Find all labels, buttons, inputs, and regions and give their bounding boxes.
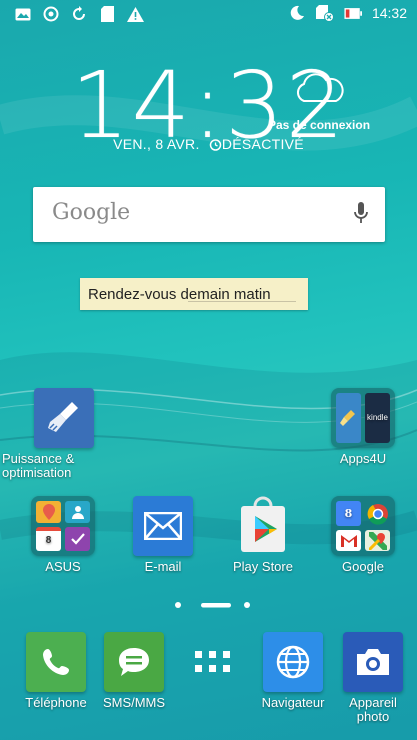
contacts-mini-icon <box>65 501 90 523</box>
app-label: Google <box>342 559 384 574</box>
dock-browser[interactable]: Navigateur <box>252 632 334 710</box>
weather-mini-icon <box>36 501 61 523</box>
status-left-icons <box>14 6 144 22</box>
apps4u-folder-icon: kindle <box>331 388 395 448</box>
page-dot-current <box>201 603 231 608</box>
cloud-icon[interactable] <box>292 72 346 104</box>
app-label: E-mail <box>144 559 182 574</box>
dock-app-drawer[interactable] <box>182 632 244 692</box>
envelope-icon <box>133 496 193 556</box>
app-power-optimization[interactable]: Puissance & optimisation <box>2 388 126 480</box>
app-email[interactable]: E-mail <box>122 496 204 574</box>
phone-icon <box>26 632 86 692</box>
play-store-icon <box>233 496 293 556</box>
page-dot-3 <box>244 602 250 608</box>
date-line[interactable]: VEN., 8 AVR. DÉSACTIVÉ <box>0 136 417 154</box>
app-label-line1: Puissance & <box>2 451 75 466</box>
google-logo: Google <box>52 200 131 225</box>
page-dot-1 <box>175 602 181 608</box>
dock-messaging[interactable]: SMS/MMS <box>96 632 172 710</box>
cleaner-mini-icon <box>336 393 361 443</box>
app-drawer-icon <box>183 632 243 692</box>
page-indicator[interactable] <box>0 598 417 612</box>
app-label: Navigateur <box>261 695 325 710</box>
warning-icon <box>126 6 144 22</box>
alarm-status: DÉSACTIVÉ <box>221 136 304 152</box>
status-right-icons: 14:32 <box>288 4 407 22</box>
status-bar: 14:32 <box>0 0 417 28</box>
app-play-store[interactable]: Play Store <box>222 496 304 574</box>
image-icon <box>14 6 32 22</box>
cast-icon <box>42 6 60 22</box>
folder-google[interactable]: 8 Google <box>322 496 404 574</box>
status-time: 14:32 <box>371 5 407 21</box>
gmail-mini-icon <box>336 530 361 551</box>
memo-widget[interactable]: Rendez-vous demain matin <box>80 278 308 310</box>
kindle-mini-icon: kindle <box>365 393 390 443</box>
dock-camera[interactable]: Appareil photo <box>332 632 414 724</box>
moon-icon <box>288 5 306 21</box>
asus-folder-icon: 8 <box>31 496 95 556</box>
app-label: Téléphone <box>25 695 87 710</box>
google-folder-icon: 8 <box>331 496 395 556</box>
google-search-mini-icon: 8 <box>336 501 361 526</box>
globe-icon <box>263 632 323 692</box>
alarm-icon <box>209 138 222 154</box>
camera-icon <box>343 632 403 692</box>
folder-asus[interactable]: 8 ASUS <box>22 496 104 574</box>
app-label: SMS/MMS <box>102 695 166 710</box>
google-search-bar[interactable]: Google <box>33 187 385 242</box>
message-icon <box>104 632 164 692</box>
app-label-line2: optimisation <box>2 465 72 480</box>
no-sim-icon <box>315 4 334 22</box>
broom-cleaner-icon <box>34 388 94 448</box>
battery-low-icon <box>344 5 362 21</box>
app-label-line1: Appareil <box>349 695 397 710</box>
app-label: Apps4U <box>339 451 387 466</box>
microphone-icon[interactable] <box>353 202 369 231</box>
memo-underline <box>188 301 296 302</box>
app-label: ASUS <box>45 559 81 574</box>
app-label-line2: photo <box>356 709 390 724</box>
dock-phone[interactable]: Téléphone <box>20 632 92 710</box>
folder-apps4u[interactable]: kindle Apps4U <box>322 388 404 466</box>
app-label: Play Store <box>233 559 293 574</box>
date-text: VEN., 8 AVR. <box>113 136 200 152</box>
tasks-mini-icon <box>65 527 90 551</box>
calendar-mini-icon: 8 <box>36 527 61 551</box>
sync-icon <box>70 6 88 22</box>
maps-mini-icon <box>365 530 390 551</box>
weather-status[interactable]: Pas de connexion <box>268 118 370 132</box>
chrome-mini-icon <box>365 501 390 526</box>
sd-card-icon <box>98 6 116 22</box>
